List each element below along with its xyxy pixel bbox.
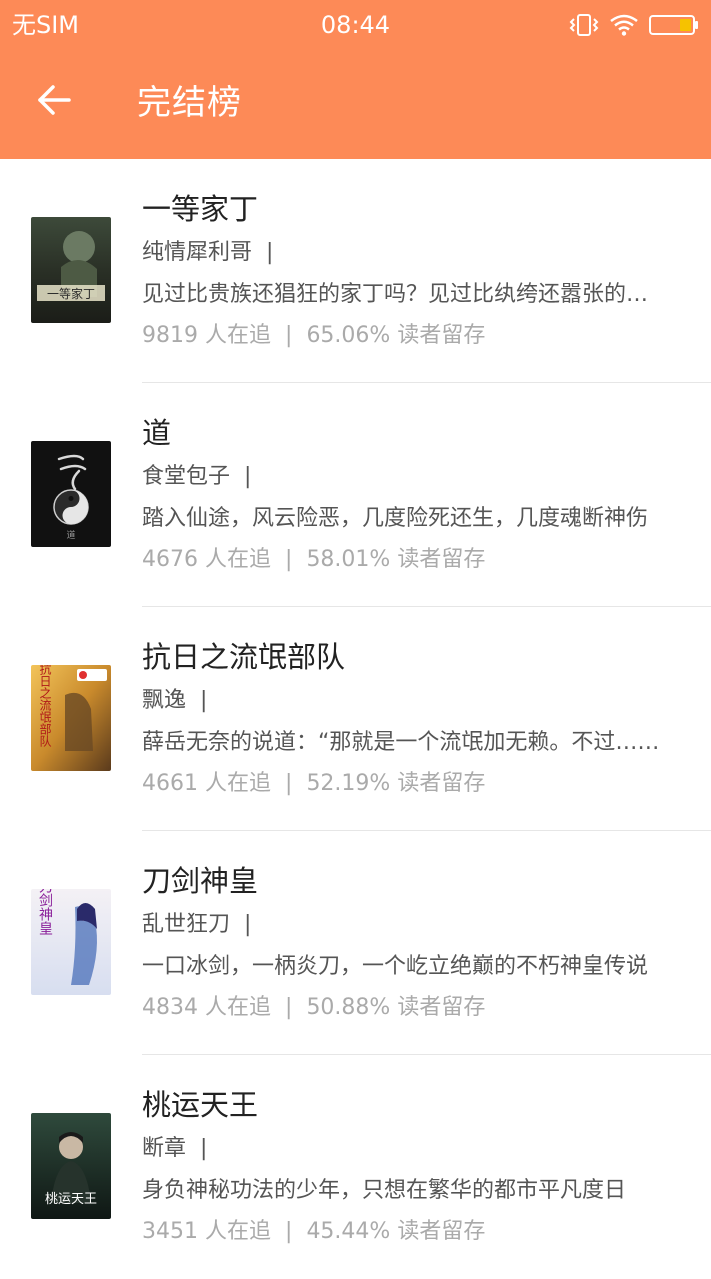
follower-count: 4676 — [142, 547, 198, 572]
list-item[interactable]: 道 道 食堂包子 | 踏入仙途，风云险恶，几度险死还生，几度魂断神伤 4676 人… — [0, 383, 711, 607]
book-description: 见过比贵族还猖狂的家丁吗？见过比纨绔还嚣张的家丁吗？ — [142, 282, 667, 307]
arrow-left-icon — [37, 85, 71, 119]
book-author: 飘逸 | — [142, 685, 207, 717]
retention-label: 读者留存 — [397, 547, 486, 572]
wifi-icon — [609, 13, 639, 37]
cover-title-text: 一等家丁 — [47, 286, 95, 301]
book-description: 踏入仙途，风云险恶，几度险死还生，几度魂断神伤 — [142, 506, 649, 531]
list-item[interactable]: 一等家丁 一等家丁 纯情犀利哥 | 见过比贵族还猖狂的家丁吗？见过比纨绔还嚣张的家… — [0, 159, 711, 383]
author-name: 乱世狂刀 — [142, 912, 231, 937]
separator: | — [285, 995, 293, 1020]
book-stats: 4834 人在追 | 50.88% 读者留存 — [142, 992, 485, 1024]
app-header: 无SIM 08:44 完结榜 — [0, 0, 711, 159]
book-stats: 9819 人在追 | 65.06% 读者留存 — [142, 320, 485, 352]
follower-count: 3451 — [142, 1219, 198, 1244]
book-description: 薛岳无奈的说道：“那就是一个流氓加无赖。不过…… — [142, 730, 660, 755]
follower-count: 4661 — [142, 771, 198, 796]
page-title: 完结榜 — [137, 83, 242, 123]
follower-label: 人在追 — [205, 995, 272, 1020]
book-author: 断章 | — [142, 1133, 207, 1165]
separator: | — [200, 1136, 208, 1161]
status-bar: 无SIM 08:44 — [0, 0, 711, 50]
book-cover: 一等家丁 — [31, 217, 111, 323]
book-author: 乱世狂刀 | — [142, 909, 251, 941]
separator: | — [266, 240, 274, 265]
book-cover: 桃运天王 — [31, 1113, 111, 1219]
book-stats: 3451 人在追 | 45.44% 读者留存 — [142, 1216, 485, 1248]
book-description: 身负神秘功法的少年，只想在繁华的都市平凡度日 — [142, 1178, 627, 1203]
back-button[interactable] — [24, 72, 84, 132]
author-name: 食堂包子 — [142, 464, 231, 489]
battery-icon — [649, 13, 699, 37]
cover-title-text: 刀剑神皇 — [37, 889, 53, 935]
retention-label: 读者留存 — [397, 1219, 486, 1244]
book-title: 一等家丁 — [142, 192, 259, 226]
follower-label: 人在追 — [205, 323, 272, 348]
retention-label: 读者留存 — [397, 323, 486, 348]
separator: | — [244, 464, 252, 489]
follower-label: 人在追 — [205, 1219, 272, 1244]
cover-title-text: 抗日之流氓部队 — [38, 665, 52, 747]
separator: | — [285, 547, 293, 572]
book-list: 一等家丁 一等家丁 纯情犀利哥 | 见过比贵族还猖狂的家丁吗？见过比纨绔还嚣张的家… — [0, 159, 711, 1279]
book-stats: 4676 人在追 | 58.01% 读者留存 — [142, 544, 485, 576]
cover-title-text: 道 — [66, 529, 75, 541]
separator: | — [285, 771, 293, 796]
title-bar: 完结榜 — [0, 50, 711, 159]
separator: | — [200, 688, 208, 713]
book-title: 刀剑神皇 — [142, 864, 259, 898]
list-item[interactable]: 桃运天王 桃运天王 断章 | 身负神秘功法的少年，只想在繁华的都市平凡度日 345… — [0, 1055, 711, 1279]
follower-label: 人在追 — [205, 547, 272, 572]
book-title: 桃运天王 — [142, 1088, 259, 1122]
book-title: 道 — [142, 416, 172, 450]
book-stats: 4661 人在追 | 52.19% 读者留存 — [142, 768, 485, 800]
retention-rate: 65.06% — [306, 323, 391, 348]
follower-label: 人在追 — [205, 771, 272, 796]
author-name: 飘逸 — [142, 688, 187, 713]
retention-rate: 45.44% — [306, 1219, 391, 1244]
book-description: 一口冰剑，一柄炎刀，一个屹立绝巅的不朽神皇传说 — [142, 954, 649, 979]
follower-count: 4834 — [142, 995, 198, 1020]
separator: | — [244, 912, 252, 937]
cover-title-text: 桃运天王 — [45, 1192, 97, 1207]
follower-count: 9819 — [142, 323, 198, 348]
book-cover: 刀剑神皇 — [31, 889, 111, 995]
list-item[interactable]: 刀剑神皇 刀剑神皇 乱世狂刀 | 一口冰剑，一柄炎刀，一个屹立绝巅的不朽神皇传说 … — [0, 831, 711, 1055]
book-author: 食堂包子 | — [142, 461, 251, 493]
book-cover: 道 — [31, 441, 111, 547]
book-author: 纯情犀利哥 | — [142, 237, 273, 269]
book-title: 抗日之流氓部队 — [142, 640, 346, 674]
vibrate-icon — [569, 13, 599, 37]
retention-label: 读者留存 — [397, 771, 486, 796]
book-cover: 抗日之流氓部队 — [31, 665, 111, 771]
list-item[interactable]: 抗日之流氓部队 抗日之流氓部队 飘逸 | 薛岳无奈的说道：“那就是一个流氓加无赖。… — [0, 607, 711, 831]
author-name: 纯情犀利哥 — [142, 240, 253, 265]
separator: | — [285, 323, 293, 348]
status-icons — [569, 10, 699, 40]
retention-rate: 50.88% — [306, 995, 391, 1020]
separator: | — [285, 1219, 293, 1244]
retention-label: 读者留存 — [397, 995, 486, 1020]
author-name: 断章 — [142, 1136, 187, 1161]
retention-rate: 58.01% — [306, 547, 391, 572]
retention-rate: 52.19% — [306, 771, 391, 796]
